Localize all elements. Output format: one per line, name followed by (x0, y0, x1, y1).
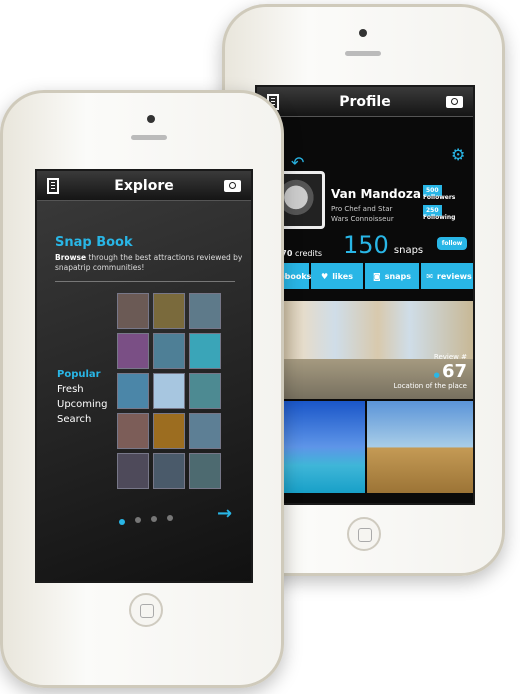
credits-label: credits (294, 249, 323, 258)
review-label: Review # (433, 353, 467, 361)
explore-menu: Popular Fresh Upcoming Search (57, 367, 108, 427)
snap-grid[interactable] (117, 293, 227, 493)
next-arrow-icon[interactable]: → (217, 503, 232, 524)
profile-header: Profile (257, 87, 473, 117)
following-stat[interactable]: 250 Following (423, 205, 473, 221)
divider (55, 281, 235, 282)
review-number: 67 (441, 361, 467, 382)
snaps-label: snaps (393, 245, 424, 256)
camera-icon: ◙ (372, 271, 381, 281)
profile-screen: Profile ↶ ⚙ Van Mandoza Pro Chef and Sta… (255, 85, 475, 505)
description-bold: Browse (55, 253, 87, 262)
front-camera (359, 29, 367, 37)
featured-snap[interactable]: Review # ● 67 Location of the place (261, 301, 473, 399)
profile-tabs: ▮snapbooks ♥likes ◙snaps ✉reviews (257, 263, 473, 289)
tab-likes[interactable]: ♥ likes (311, 263, 363, 289)
snaps-stat: 150 snaps (343, 231, 423, 259)
page-dot-1[interactable] (119, 519, 125, 525)
following-label: Following (423, 214, 456, 221)
mail-icon: ✉ (426, 271, 433, 281)
heart-icon: ♥ (321, 271, 329, 281)
menu-item-fresh[interactable]: Fresh (57, 382, 108, 397)
page-dot-3[interactable] (151, 516, 157, 522)
tab-reviews[interactable]: ✉ reviews (421, 263, 473, 289)
followers-stat[interactable]: 500 Followers (423, 185, 473, 201)
page-dot-4[interactable] (167, 515, 173, 521)
profile-bio: Pro Chef and Star Wars Connoisseur (331, 205, 394, 223)
front-camera (147, 115, 155, 123)
explore-header: Explore (37, 171, 251, 201)
page-dot-2[interactable] (135, 517, 141, 523)
gear-icon[interactable]: ⚙ (451, 145, 465, 164)
followers-label: Followers (423, 194, 456, 201)
home-button[interactable] (129, 593, 163, 627)
page-title: Explore (114, 178, 174, 194)
menu-item-search[interactable]: Search (57, 412, 108, 427)
profile-name: Van Mandoza (331, 187, 421, 201)
location-label: Location of the place (393, 382, 467, 390)
section-title: Snap Book (55, 235, 133, 250)
speaker (345, 51, 381, 56)
speaker (131, 135, 167, 140)
page-title: Profile (339, 94, 391, 110)
camera-icon[interactable] (224, 180, 241, 192)
snaps-count: 150 (343, 231, 389, 259)
menu-item-popular[interactable]: Popular (57, 367, 108, 382)
follow-button[interactable]: follow (437, 237, 467, 250)
menu-item-upcoming[interactable]: Upcoming (57, 397, 108, 412)
phone-explore: Explore Snap Book Browse through the bes… (0, 90, 284, 688)
back-arrow-icon[interactable]: ↶ (291, 153, 304, 172)
tab-snaps[interactable]: ◙ snaps (365, 263, 419, 289)
explore-screen: Explore Snap Book Browse through the bes… (35, 169, 253, 583)
comment-icon: ● (433, 371, 440, 379)
camera-icon[interactable] (446, 96, 463, 108)
section-description: Browse through the best attractions revi… (55, 253, 245, 273)
home-button[interactable] (347, 517, 381, 551)
menu-icon[interactable] (47, 178, 59, 194)
review-overlay: Review # ● 67 Location of the place (394, 353, 467, 390)
snap-pyramids[interactable] (367, 401, 473, 493)
